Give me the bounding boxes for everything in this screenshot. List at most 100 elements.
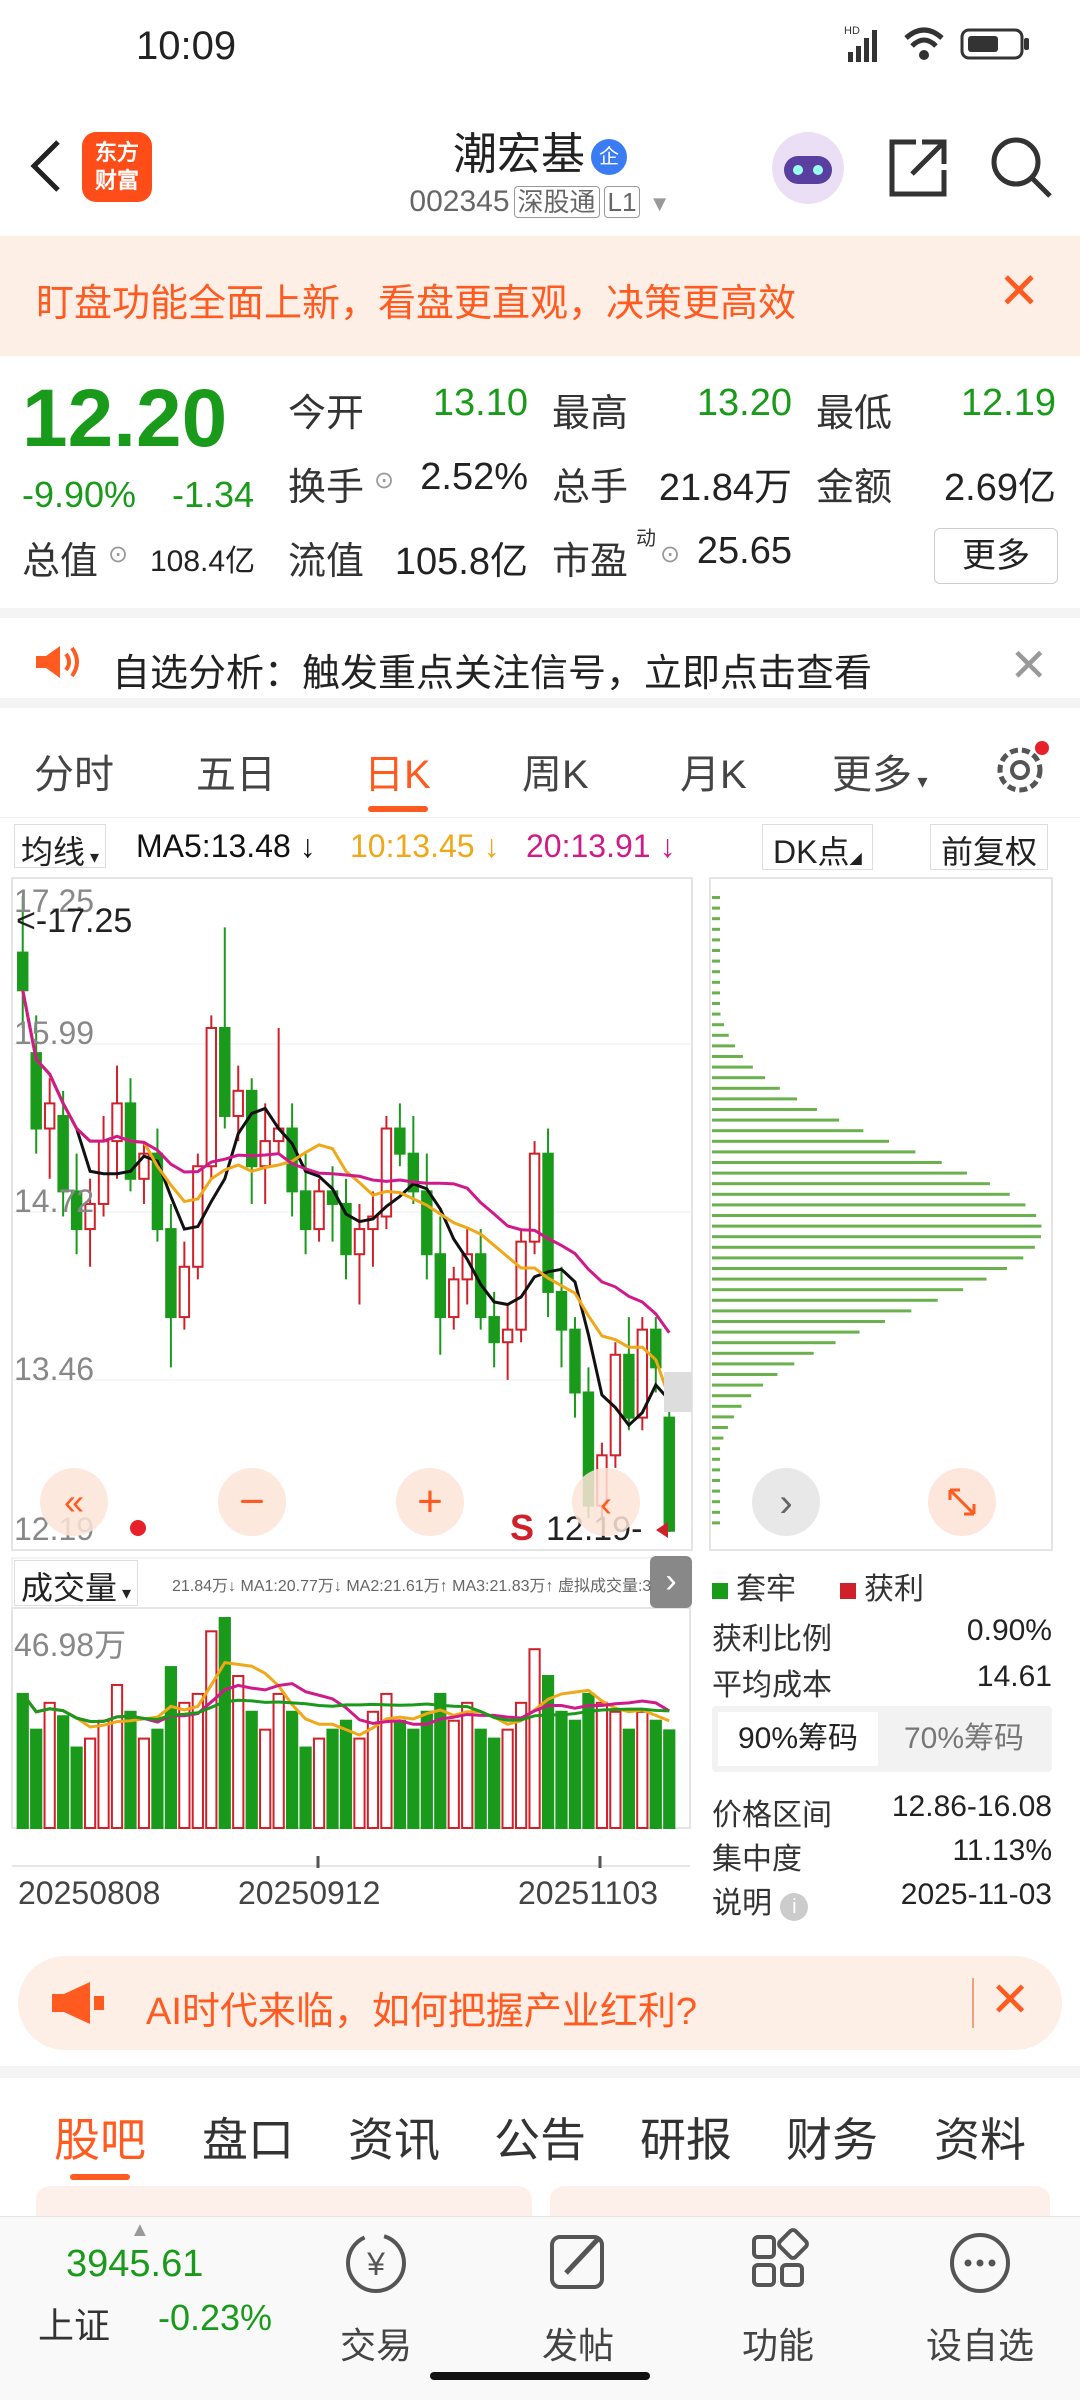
chip-bar: [712, 1033, 729, 1037]
close-icon[interactable]: ✕: [998, 266, 1040, 316]
chip-bar: [712, 1192, 1010, 1196]
candle: [501, 1304, 514, 1380]
tab-profile[interactable]: 资料: [934, 2104, 1026, 2170]
volume-label: 成交量: [21, 1570, 118, 1606]
chip-bar: [712, 1171, 967, 1175]
info-icon[interactable]: ⊙: [374, 466, 394, 495]
note-label[interactable]: 说明 i: [712, 1878, 809, 1922]
tab-more[interactable]: 更多 ▾: [832, 742, 928, 800]
candle: [421, 1153, 433, 1280]
index-ticker[interactable]: ▲ 3945.61 上证 -0.23%: [0, 2217, 272, 2400]
volume-bar: [582, 1692, 595, 1829]
tab-orderbook[interactable]: 盘口: [202, 2104, 294, 2170]
volume-indicator-select[interactable]: 成交量 ▾: [14, 1560, 139, 1606]
legend-trapped: 套牢: [712, 1564, 796, 1608]
chip-bar: [712, 1468, 720, 1472]
speaker-icon: [36, 646, 79, 678]
concentration-label: 集中度: [712, 1843, 802, 1876]
avg-cost-value: 14.61: [976, 1660, 1052, 1693]
settings-icon[interactable]: [990, 738, 1052, 800]
tab-forum[interactable]: 股吧: [54, 2104, 146, 2170]
tab-daily-k[interactable]: 日K: [364, 742, 431, 800]
close-icon[interactable]: ✕: [1009, 638, 1048, 692]
tab-announcements[interactable]: 公告: [494, 2104, 586, 2170]
volume-bar: [501, 1728, 514, 1829]
info-icon[interactable]: ⊙: [660, 540, 680, 569]
indicator-label: 均线: [21, 834, 86, 870]
ai-banner[interactable]: AI时代来临，如何把握产业红利? ✕: [18, 1956, 1062, 2050]
adjust-button[interactable]: 前复权: [930, 824, 1049, 870]
grid-icon: [752, 2228, 809, 2287]
change-amount: -1.34: [172, 474, 255, 515]
assistant-avatar-icon[interactable]: [770, 130, 846, 206]
chevron-left-icon: ‹: [600, 1483, 612, 1524]
candle: [111, 1065, 123, 1179]
zoom-in-button[interactable]: +: [396, 1468, 464, 1536]
volume-bar: [568, 1719, 582, 1830]
notice-bar[interactable]: 自选分析：触发重点关注信号，立即点击查看 ✕: [0, 608, 1080, 708]
candle: [663, 1405, 675, 1532]
tab-chip-90[interactable]: 90%筹码: [718, 1712, 878, 1766]
high-value: 13.20: [696, 382, 792, 424]
candle: [165, 1203, 177, 1368]
zoom-out-button[interactable]: −: [218, 1468, 286, 1536]
post-card-peek[interactable]: [550, 2186, 1050, 2216]
indicator-select[interactable]: 均线 ▾: [14, 824, 107, 870]
battery-icon: [960, 28, 1029, 60]
more-button[interactable]: 更多: [934, 528, 1058, 584]
scroll-left-button[interactable]: «: [40, 1468, 108, 1536]
share-icon[interactable]: [886, 136, 950, 200]
candle: [448, 1266, 460, 1330]
tab-finance[interactable]: 财务: [786, 2104, 878, 2170]
tab-intraday[interactable]: 分时: [34, 742, 114, 800]
search-icon[interactable]: [988, 134, 1054, 200]
tab-news[interactable]: 资讯: [348, 2104, 440, 2170]
home-indicator[interactable]: [430, 2372, 650, 2380]
legend-swatch-green: [712, 1583, 728, 1599]
chip-bar: [712, 1023, 725, 1027]
tab-weekly-k[interactable]: 周K: [522, 742, 589, 800]
info-icon: i: [780, 1893, 809, 1921]
triangle-up-icon: ▲: [130, 2219, 150, 2241]
volume-bar: [110, 1683, 124, 1829]
tab-chip-70[interactable]: 70%筹码: [884, 1712, 1044, 1766]
date-start: 20250808: [18, 1875, 160, 1911]
legend-swatch-red: [840, 1583, 856, 1599]
chip-bar: [712, 1426, 728, 1429]
promo-banner[interactable]: 盯盘功能全面上新，看盘更直观，决策更高效 ✕: [0, 236, 1080, 356]
chip-next-button[interactable]: ›: [752, 1468, 820, 1536]
info-icon[interactable]: ⊙: [108, 540, 128, 569]
close-icon[interactable]: ✕: [990, 1972, 1030, 2028]
price-axis-3: 14.72: [14, 1183, 94, 1219]
volume-bar: [447, 1719, 460, 1830]
index-value: 3945.61: [66, 2243, 204, 2285]
expand-button[interactable]: [928, 1468, 996, 1536]
svg-text:¥: ¥: [366, 2246, 385, 2282]
prev-button[interactable]: ‹: [572, 1468, 640, 1536]
chip-bar: [712, 927, 720, 931]
promo-text: 盯盘功能全面上新，看盘更直观，决策更高效: [36, 283, 797, 325]
ma20-label: 20:13.91 ↓: [526, 828, 676, 864]
chip-bar: [712, 1161, 942, 1164]
tab-research[interactable]: 研报: [640, 2104, 732, 2170]
volume-bar: [393, 1719, 406, 1830]
divider: [972, 1978, 974, 2028]
volume-bar: [16, 1692, 29, 1829]
post-card-peek[interactable]: [36, 2186, 532, 2216]
watchlist-label: 设自选: [925, 2325, 1034, 2366]
dk-point-button[interactable]: DK点◢: [762, 824, 873, 870]
chip-bar: [712, 1447, 721, 1451]
volume-bar: [124, 1710, 137, 1829]
tab-5day[interactable]: 五日: [196, 742, 276, 800]
quote-panel: 12.20 -9.90% -1.34 今开 13.10 最高 13.20 最低 …: [0, 356, 1080, 596]
date-end: 20251103: [518, 1875, 658, 1911]
chip-bar: [712, 1044, 735, 1048]
volume-bar: [609, 1710, 622, 1829]
volume-bar: [555, 1710, 568, 1829]
candle: [528, 1141, 541, 1255]
candle: [555, 1266, 568, 1368]
tab-monthly-k[interactable]: 月K: [680, 742, 747, 800]
wifi-icon: [904, 27, 944, 60]
chip-bar: [712, 1214, 1037, 1217]
scroll-handle[interactable]: [664, 1372, 692, 1412]
